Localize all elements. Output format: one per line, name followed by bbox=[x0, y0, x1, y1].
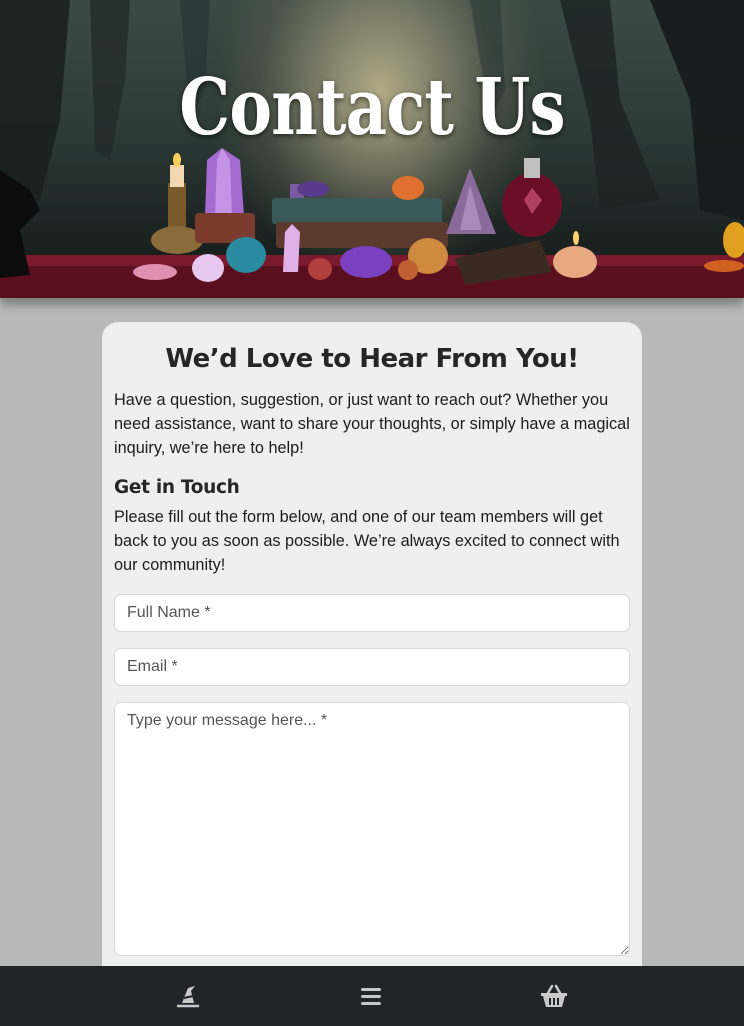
card-heading: We’d Love to Hear From You! bbox=[165, 344, 579, 374]
form-instructions: Please fill out the form below, and one … bbox=[114, 508, 620, 574]
message-textarea[interactable] bbox=[114, 702, 630, 956]
page: Contact Us We’d Love to Hear From You! H… bbox=[0, 0, 744, 1026]
bottom-nav bbox=[0, 966, 744, 1026]
witch-hat-icon bbox=[176, 986, 200, 1008]
page-title: Contact Us bbox=[179, 62, 565, 153]
menu-icon bbox=[361, 988, 381, 1005]
intro-text: Have a question, suggestion, or just wan… bbox=[114, 391, 630, 457]
hero-banner: Contact Us bbox=[0, 0, 744, 298]
home-button[interactable] bbox=[172, 980, 204, 1012]
email-input[interactable] bbox=[114, 648, 630, 686]
full-name-input[interactable] bbox=[114, 594, 630, 632]
get-in-touch-heading: Get in Touch bbox=[114, 477, 240, 498]
cart-button[interactable] bbox=[538, 980, 570, 1012]
contact-form bbox=[114, 594, 630, 956]
menu-button[interactable] bbox=[355, 980, 387, 1012]
basket-icon bbox=[541, 984, 567, 1007]
contact-card: We’d Love to Hear From You! Have a quest… bbox=[102, 322, 642, 1026]
